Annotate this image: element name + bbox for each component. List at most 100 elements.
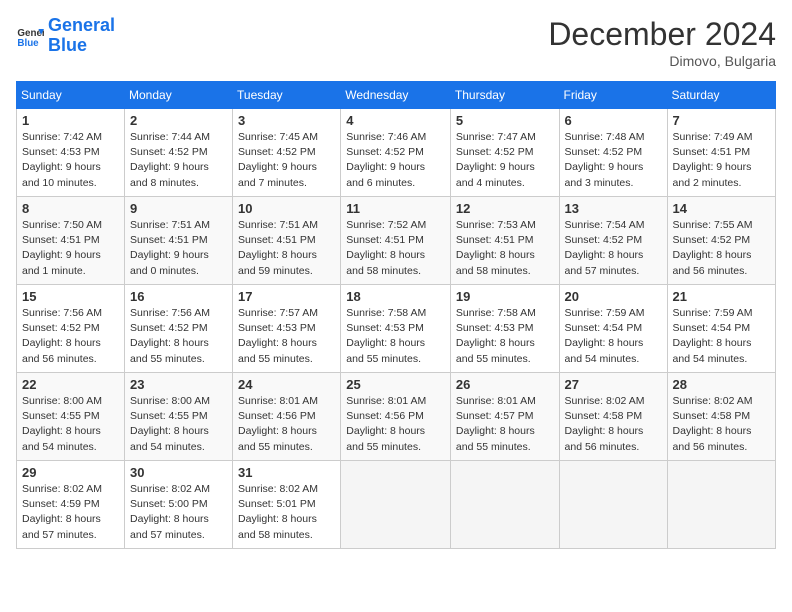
day-detail: Sunrise: 7:59 AM Sunset: 4:54 PM Dayligh… [565,306,662,367]
calendar-cell: 8 Sunrise: 7:50 AM Sunset: 4:51 PM Daylig… [17,197,125,285]
calendar-body: 1Sunrise: 7:42 AM Sunset: 4:53 PM Daylig… [17,109,776,549]
calendar-cell: 1Sunrise: 7:42 AM Sunset: 4:53 PM Daylig… [17,109,125,197]
weekday-header-thursday: Thursday [450,82,559,109]
day-detail: Sunrise: 7:56 AM Sunset: 4:52 PM Dayligh… [130,306,227,367]
day-detail: Sunrise: 7:51 AM Sunset: 4:51 PM Dayligh… [238,218,335,279]
weekday-header-tuesday: Tuesday [233,82,341,109]
day-number: 13 [565,201,662,216]
day-number: 26 [456,377,554,392]
day-number: 8 [22,201,119,216]
calendar-cell: 26 Sunrise: 8:01 AM Sunset: 4:57 PM Dayli… [450,373,559,461]
day-number: 2 [130,113,227,128]
month-title: December 2024 [548,16,776,53]
calendar-week-row: 29 Sunrise: 8:02 AM Sunset: 4:59 PM Dayli… [17,461,776,549]
day-number: 17 [238,289,335,304]
weekday-header-friday: Friday [559,82,667,109]
day-detail: Sunrise: 8:02 AM Sunset: 5:00 PM Dayligh… [130,482,227,543]
calendar-cell [450,461,559,549]
day-detail: Sunrise: 8:01 AM Sunset: 4:56 PM Dayligh… [238,394,335,455]
logo-icon: General Blue [16,22,44,50]
day-number: 30 [130,465,227,480]
calendar-cell: 7 Sunrise: 7:49 AM Sunset: 4:51 PM Daylig… [667,109,775,197]
calendar-cell: 15Sunrise: 7:56 AM Sunset: 4:52 PM Dayli… [17,285,125,373]
calendar-cell: 16 Sunrise: 7:56 AM Sunset: 4:52 PM Dayli… [125,285,233,373]
logo: General Blue GeneralBlue [16,16,115,56]
calendar-cell: 22Sunrise: 8:00 AM Sunset: 4:55 PM Dayli… [17,373,125,461]
day-number: 9 [130,201,227,216]
calendar-cell: 21 Sunrise: 7:59 AM Sunset: 4:54 PM Dayli… [667,285,775,373]
calendar-week-row: 8 Sunrise: 7:50 AM Sunset: 4:51 PM Daylig… [17,197,776,285]
day-detail: Sunrise: 7:57 AM Sunset: 4:53 PM Dayligh… [238,306,335,367]
day-detail: Sunrise: 8:01 AM Sunset: 4:56 PM Dayligh… [346,394,445,455]
calendar-cell: 24Sunrise: 8:01 AM Sunset: 4:56 PM Dayli… [233,373,341,461]
day-detail: Sunrise: 8:01 AM Sunset: 4:57 PM Dayligh… [456,394,554,455]
header: General Blue GeneralBlue December 2024 D… [16,16,776,69]
day-detail: Sunrise: 7:58 AM Sunset: 4:53 PM Dayligh… [346,306,445,367]
calendar-cell: 12 Sunrise: 7:53 AM Sunset: 4:51 PM Dayli… [450,197,559,285]
weekday-header-wednesday: Wednesday [341,82,451,109]
weekday-header-sunday: Sunday [17,82,125,109]
calendar-cell [341,461,451,549]
day-detail: Sunrise: 7:50 AM Sunset: 4:51 PM Dayligh… [22,218,119,279]
day-number: 10 [238,201,335,216]
calendar-cell: 18 Sunrise: 7:58 AM Sunset: 4:53 PM Dayli… [341,285,451,373]
calendar-cell: 20 Sunrise: 7:59 AM Sunset: 4:54 PM Dayli… [559,285,667,373]
day-number: 28 [673,377,770,392]
day-number: 20 [565,289,662,304]
calendar-cell: 4Sunrise: 7:46 AM Sunset: 4:52 PM Daylig… [341,109,451,197]
day-number: 5 [456,113,554,128]
day-detail: Sunrise: 7:55 AM Sunset: 4:52 PM Dayligh… [673,218,770,279]
day-detail: Sunrise: 7:44 AM Sunset: 4:52 PM Dayligh… [130,130,227,191]
day-number: 4 [346,113,445,128]
day-number: 27 [565,377,662,392]
day-detail: Sunrise: 7:45 AM Sunset: 4:52 PM Dayligh… [238,130,335,191]
calendar-cell: 31 Sunrise: 8:02 AM Sunset: 5:01 PM Dayli… [233,461,341,549]
day-number: 7 [673,113,770,128]
location: Dimovo, Bulgaria [548,53,776,69]
calendar-cell: 27Sunrise: 8:02 AM Sunset: 4:58 PM Dayli… [559,373,667,461]
calendar-cell: 30 Sunrise: 8:02 AM Sunset: 5:00 PM Dayli… [125,461,233,549]
calendar-week-row: 22 Sunrise: 8:00 AM Sunset: 4:55 PM Dayli… [17,373,776,461]
day-detail: Sunrise: 7:47 AM Sunset: 4:52 PM Dayligh… [456,130,554,191]
calendar-cell: 25Sunrise: 8:01 AM Sunset: 4:56 PM Dayli… [341,373,451,461]
calendar-cell: 19 Sunrise: 7:58 AM Sunset: 4:53 PM Dayli… [450,285,559,373]
day-number: 12 [456,201,554,216]
day-detail: Sunrise: 8:02 AM Sunset: 4:59 PM Dayligh… [22,482,119,543]
logo-text: GeneralBlue [48,16,115,56]
day-number: 11 [346,201,445,216]
day-detail: Sunrise: 7:42 AM Sunset: 4:53 PM Dayligh… [22,130,119,191]
calendar-cell: 17 Sunrise: 7:57 AM Sunset: 4:53 PM Dayli… [233,285,341,373]
day-number: 21 [673,289,770,304]
day-number: 29 [22,465,119,480]
calendar-cell: 14 Sunrise: 7:55 AM Sunset: 4:52 PM Dayli… [667,197,775,285]
day-detail: Sunrise: 8:00 AM Sunset: 4:55 PM Dayligh… [130,394,227,455]
calendar-cell: 5 Sunrise: 7:47 AM Sunset: 4:52 PM Daylig… [450,109,559,197]
day-number: 18 [346,289,445,304]
day-number: 3 [238,113,335,128]
day-detail: Sunrise: 7:54 AM Sunset: 4:52 PM Dayligh… [565,218,662,279]
day-detail: Sunrise: 8:02 AM Sunset: 4:58 PM Dayligh… [673,394,770,455]
day-number: 19 [456,289,554,304]
day-number: 16 [130,289,227,304]
calendar-week-row: 1Sunrise: 7:42 AM Sunset: 4:53 PM Daylig… [17,109,776,197]
day-detail: Sunrise: 7:58 AM Sunset: 4:53 PM Dayligh… [456,306,554,367]
day-detail: Sunrise: 7:53 AM Sunset: 4:51 PM Dayligh… [456,218,554,279]
calendar-cell [667,461,775,549]
day-detail: Sunrise: 7:52 AM Sunset: 4:51 PM Dayligh… [346,218,445,279]
day-detail: Sunrise: 8:02 AM Sunset: 5:01 PM Dayligh… [238,482,335,543]
calendar-cell: 9Sunrise: 7:51 AM Sunset: 4:51 PM Daylig… [125,197,233,285]
day-number: 31 [238,465,335,480]
weekday-header-row: SundayMondayTuesdayWednesdayThursdayFrid… [17,82,776,109]
calendar-cell: 23Sunrise: 8:00 AM Sunset: 4:55 PM Dayli… [125,373,233,461]
calendar-cell: 3 Sunrise: 7:45 AM Sunset: 4:52 PM Daylig… [233,109,341,197]
day-number: 14 [673,201,770,216]
day-detail: Sunrise: 7:49 AM Sunset: 4:51 PM Dayligh… [673,130,770,191]
day-number: 15 [22,289,119,304]
day-number: 22 [22,377,119,392]
title-area: December 2024 Dimovo, Bulgaria [548,16,776,69]
calendar-cell: 11 Sunrise: 7:52 AM Sunset: 4:51 PM Dayli… [341,197,451,285]
svg-text:Blue: Blue [17,38,39,49]
calendar-week-row: 15 Sunrise: 7:56 AM Sunset: 4:52 PM Dayli… [17,285,776,373]
calendar-cell: 13 Sunrise: 7:54 AM Sunset: 4:52 PM Dayli… [559,197,667,285]
day-detail: Sunrise: 7:59 AM Sunset: 4:54 PM Dayligh… [673,306,770,367]
